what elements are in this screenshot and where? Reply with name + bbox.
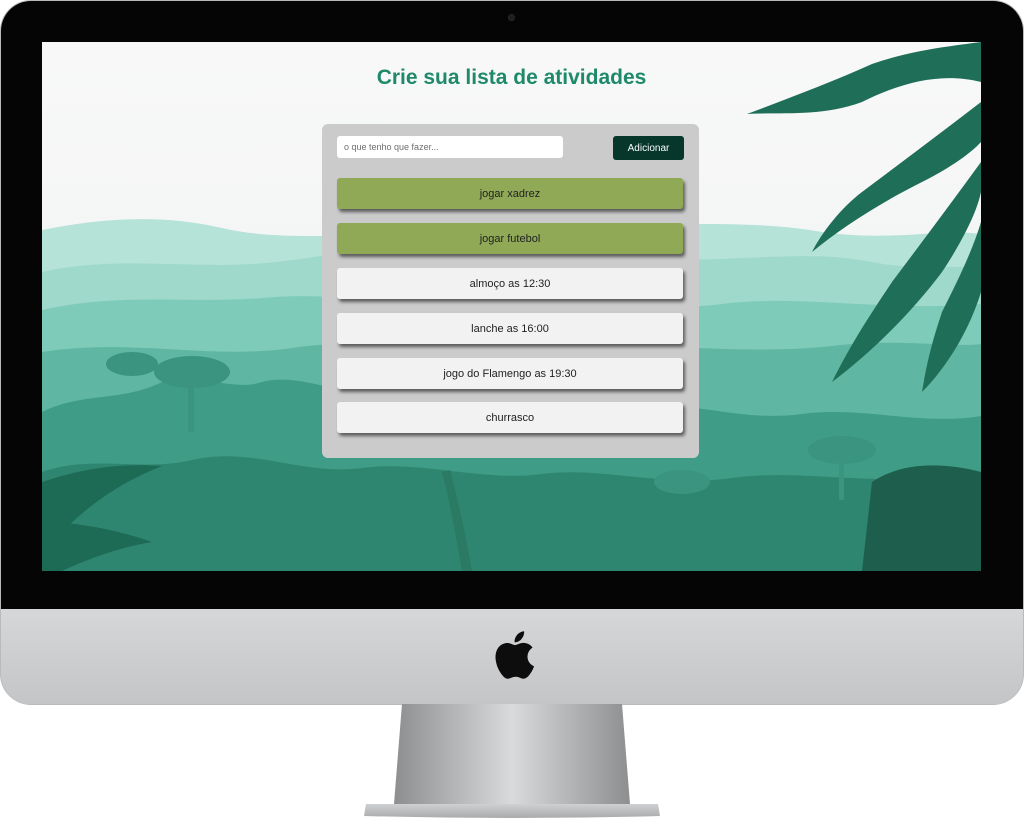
task-item-lanche[interactable]: lanche as 16:00: [337, 313, 683, 344]
imac-stand: [364, 704, 660, 818]
task-item-jogar-xadrez[interactable]: jogar xadrez: [337, 178, 683, 209]
task-input[interactable]: [337, 136, 563, 158]
task-item-churrasco[interactable]: churrasco: [337, 402, 683, 433]
app-screen: Crie sua lista de atividades Adicionar j…: [42, 42, 981, 571]
task-item-jogo-flamengo[interactable]: jogo do Flamengo as 19:30: [337, 358, 683, 389]
add-button[interactable]: Adicionar: [613, 136, 684, 160]
task-item-jogar-futebol[interactable]: jogar futebol: [337, 223, 683, 254]
task-item-almoco[interactable]: almoço as 12:30: [337, 268, 683, 299]
page-title: Crie sua lista de atividades: [376, 66, 647, 89]
camera-icon: [508, 14, 515, 21]
apple-logo-icon: [495, 631, 534, 679]
todo-panel: Adicionar jogar xadrez jogar futebol alm…: [322, 124, 699, 458]
